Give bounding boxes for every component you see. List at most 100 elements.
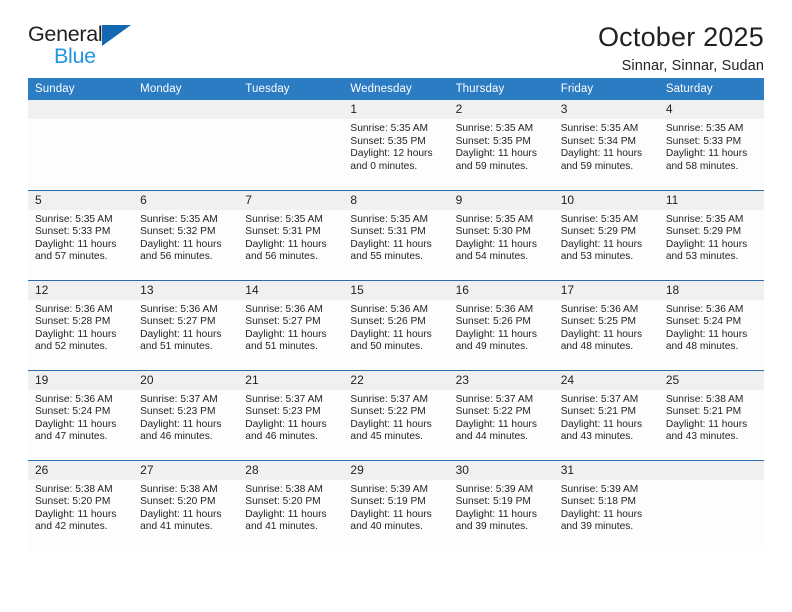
day-number: 1 [343,100,449,119]
day-cell[interactable] [238,100,344,190]
day-cell[interactable]: 11 Sunrise: 5:35 AM Sunset: 5:29 PM Dayligh… [658,189,764,280]
day-cell[interactable]: 4 Sunrise: 5:35 AM Sunset: 5:33 PM Daylight… [658,100,764,190]
day-cell[interactable]: 17 Sunrise: 5:36 AM Sunset: 5:25 PM Dayligh… [553,279,659,370]
day-cell[interactable]: 16 Sunrise: 5:36 AM Sunset: 5:26 PM Dayligh… [448,279,554,370]
daylight-text-line2: and 43 minutes. [560,431,634,443]
day-cell[interactable]: 18 Sunrise: 5:36 AM Sunset: 5:24 PM Dayligh… [658,279,764,370]
day-cell[interactable]: 14 Sunrise: 5:36 AM Sunset: 5:27 PM Dayligh… [238,279,344,370]
day-cell[interactable]: 25 Sunrise: 5:38 AM Sunset: 5:21 PM Dayligh… [658,369,764,460]
day-cell[interactable]: 15 Sunrise: 5:36 AM Sunset: 5:26 PM Dayligh… [343,279,449,370]
sunset-text: Sunset: 5:19 PM [350,496,426,508]
day-number: 28 [238,460,344,480]
daylight-text-line2: and 54 minutes. [455,251,529,263]
day-details: Sunrise: 5:39 AM Sunset: 5:19 PM Daylight:… [449,480,554,534]
sunset-text: Sunset: 5:21 PM [665,406,742,418]
sunset-text: Sunset: 5:20 PM [245,496,321,508]
day-cell[interactable]: 22 Sunrise: 5:37 AM Sunset: 5:22 PM Dayligh… [343,369,449,460]
sunset-text: Sunset: 5:34 PM [560,135,637,147]
day-details: Sunrise: 5:35 AM Sunset: 5:35 PM Daylight:… [343,119,448,173]
day-cell[interactable]: 1 Sunrise: 5:35 AM Sunset: 5:35 PM Daylight… [343,100,449,190]
sunrise-text: Sunrise: 5:37 AM [140,393,218,405]
day-cell[interactable]: 23 Sunrise: 5:37 AM Sunset: 5:22 PM Dayligh… [448,369,554,460]
daylight-text-line2: and 47 minutes. [35,431,108,443]
sunset-text: Sunset: 5:20 PM [140,496,216,508]
day-details: Sunrise: 5:35 AM Sunset: 5:34 PM Daylight:… [554,119,659,173]
day-cell[interactable] [133,100,239,190]
daylight-text-line2: and 59 minutes. [560,160,634,172]
day-details: Sunrise: 5:37 AM Sunset: 5:22 PM Daylight:… [343,390,448,444]
weekday-header-monday: Monday [133,78,239,100]
daylight-text-line2: and 41 minutes. [245,521,318,533]
day-details: Sunrise: 5:39 AM Sunset: 5:19 PM Daylight:… [343,480,448,534]
day-cell[interactable]: 31 Sunrise: 5:39 AM Sunset: 5:18 PM Dayligh… [553,459,659,550]
day-cell[interactable]: 24 Sunrise: 5:37 AM Sunset: 5:21 PM Dayligh… [553,369,659,460]
sunrise-text: Sunrise: 5:36 AM [560,303,639,315]
day-details: Sunrise: 5:36 AM Sunset: 5:24 PM Daylight:… [659,300,764,354]
day-number: 27 [133,460,239,480]
day-cell[interactable]: 28 Sunrise: 5:38 AM Sunset: 5:20 PM Dayligh… [238,459,344,550]
sunrise-text: Sunrise: 5:35 AM [455,123,534,134]
daylight-text-line2: and 41 minutes. [140,521,213,533]
day-details: Sunrise: 5:38 AM Sunset: 5:21 PM Daylight:… [659,390,764,444]
sunrise-text: Sunrise: 5:35 AM [560,123,639,134]
sunset-text: Sunset: 5:23 PM [140,406,216,418]
sunset-text: Sunset: 5:22 PM [455,406,531,418]
day-number: 26 [28,460,134,480]
page-header: General Blue October 2025 Sinnar, Sinnar… [28,0,764,78]
day-cell[interactable]: 8 Sunrise: 5:35 AM Sunset: 5:31 PM Daylight… [343,189,449,280]
day-number: 13 [133,280,239,300]
sunrise-text: Sunrise: 5:35 AM [560,213,639,225]
sunset-text: Sunset: 5:32 PM [140,226,216,238]
day-cell[interactable]: 10 Sunrise: 5:35 AM Sunset: 5:29 PM Dayligh… [553,189,659,280]
day-number: 20 [133,370,239,390]
daylight-text-line1: Daylight: 11 hours [455,148,537,160]
day-cell[interactable]: 5 Sunrise: 5:35 AM Sunset: 5:33 PM Daylight… [28,189,134,280]
day-cell[interactable]: 12 Sunrise: 5:36 AM Sunset: 5:28 PM Dayligh… [28,279,134,370]
sunset-text: Sunset: 5:24 PM [35,406,111,418]
day-cell[interactable]: 9 Sunrise: 5:35 AM Sunset: 5:30 PM Daylight… [448,189,554,280]
day-details [238,119,343,123]
day-number: 3 [553,100,659,119]
day-number [28,100,134,119]
day-details: Sunrise: 5:36 AM Sunset: 5:25 PM Daylight:… [554,300,659,354]
day-cell[interactable]: 27 Sunrise: 5:38 AM Sunset: 5:20 PM Dayligh… [133,459,239,550]
sunset-text: Sunset: 5:35 PM [455,135,531,147]
daylight-text-line2: and 59 minutes. [455,160,529,172]
day-cell[interactable]: 7 Sunrise: 5:35 AM Sunset: 5:31 PM Daylight… [238,189,344,280]
day-cell[interactable]: 6 Sunrise: 5:35 AM Sunset: 5:32 PM Daylight… [133,189,239,280]
day-number: 6 [133,190,239,210]
daylight-text-line2: and 42 minutes. [35,521,108,533]
day-cell[interactable]: 20 Sunrise: 5:37 AM Sunset: 5:23 PM Dayligh… [133,369,239,460]
sunset-text: Sunset: 5:31 PM [350,226,426,238]
daylight-text-line2: and 51 minutes. [140,341,213,353]
day-cell[interactable]: 19 Sunrise: 5:36 AM Sunset: 5:24 PM Dayligh… [28,369,134,460]
daylight-text-line1: Daylight: 11 hours [140,328,222,340]
daylight-text-line2: and 49 minutes. [455,341,529,353]
day-cell[interactable]: 30 Sunrise: 5:39 AM Sunset: 5:19 PM Dayligh… [448,459,554,550]
day-cell[interactable]: 2 Sunrise: 5:35 AM Sunset: 5:35 PM Daylight… [448,100,554,190]
day-details: Sunrise: 5:36 AM Sunset: 5:24 PM Daylight:… [28,390,133,444]
day-number: 18 [658,280,764,300]
day-details [659,480,764,484]
sunrise-text: Sunrise: 5:39 AM [350,483,429,495]
sunset-text: Sunset: 5:30 PM [455,226,531,238]
day-details: Sunrise: 5:38 AM Sunset: 5:20 PM Daylight:… [28,480,133,534]
sunset-text: Sunset: 5:20 PM [35,496,111,508]
day-number: 7 [238,190,344,210]
week-row: 19 Sunrise: 5:36 AM Sunset: 5:24 PM Dayligh… [28,369,764,460]
daylight-text-line2: and 48 minutes. [665,341,739,353]
daylight-text-line2: and 52 minutes. [35,341,108,353]
day-cell[interactable]: 21 Sunrise: 5:37 AM Sunset: 5:23 PM Dayligh… [238,369,344,460]
day-cell[interactable]: 3 Sunrise: 5:35 AM Sunset: 5:34 PM Daylight… [553,100,659,190]
day-number: 24 [553,370,659,390]
day-cell[interactable] [28,100,134,190]
daylight-text-line1: Daylight: 11 hours [560,238,643,250]
day-details: Sunrise: 5:37 AM Sunset: 5:23 PM Daylight:… [238,390,343,444]
weekday-header-thursday: Thursday [448,78,554,100]
day-cell[interactable]: 26 Sunrise: 5:38 AM Sunset: 5:20 PM Dayligh… [28,459,134,550]
day-details: Sunrise: 5:35 AM Sunset: 5:33 PM Daylight:… [28,210,133,264]
day-cell[interactable] [658,459,764,550]
day-cell[interactable]: 29 Sunrise: 5:39 AM Sunset: 5:19 PM Dayligh… [343,459,449,550]
day-cell[interactable]: 13 Sunrise: 5:36 AM Sunset: 5:27 PM Dayligh… [133,279,239,370]
day-details: Sunrise: 5:35 AM Sunset: 5:29 PM Daylight:… [554,210,659,264]
